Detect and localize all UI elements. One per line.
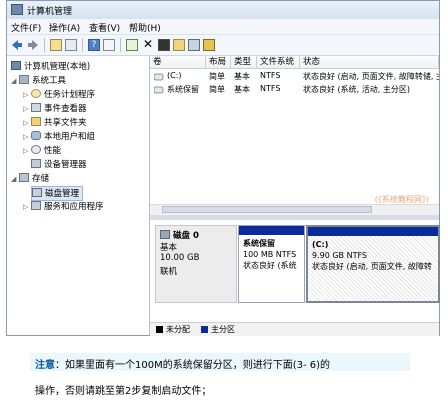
computer-management-icon — [11, 4, 23, 15]
disk-info-block[interactable]: 磁盘 0 基本 10.00 GB 联机 — [155, 225, 237, 303]
clock-icon — [31, 89, 41, 98]
legend-unallocated: 未分配 — [166, 325, 190, 334]
zoom-search-icon[interactable] — [188, 39, 200, 51]
tree-system-tools[interactable]: ◢ 系统工具 — [11, 74, 66, 87]
partition-name: 系统保留 — [243, 239, 275, 248]
menu-file[interactable]: 文件(F) — [11, 21, 41, 34]
tree-local-users[interactable]: ▷ 本地用户和组 — [23, 130, 95, 143]
disk-size: 10.00 GB — [160, 253, 200, 263]
tree-performance[interactable]: ▷ 性能 — [23, 144, 61, 157]
tree-task-scheduler[interactable]: ▷ 任务计划程序 — [23, 88, 95, 101]
primary-swatch — [201, 326, 208, 333]
note-line-2: 操作，否则请跳至第2步复制启动文件； — [35, 386, 212, 397]
partition-c-drive[interactable]: (C:) 9.90 GB NTFS 状态良好 (启动, 页面文件, 故障转 — [306, 225, 440, 303]
tree-disk-management[interactable]: 磁盘管理 — [31, 186, 84, 201]
partition-size: 100 MB NTFS — [243, 250, 297, 259]
expand-arrow-icon[interactable]: ▷ — [23, 119, 31, 127]
partition-size: 9.90 GB NTFS — [312, 251, 367, 260]
partition-name: (C:) — [312, 240, 329, 249]
tree-device-manager[interactable]: 设备管理器 — [31, 158, 87, 171]
collapse-arrow-icon[interactable]: ◢ — [11, 175, 19, 183]
expand-arrow-icon[interactable]: ▷ — [23, 147, 31, 155]
disk-map: 磁盘 0 基本 10.00 GB 联机 系统保留 100 MB NTFS 状态良… — [150, 220, 440, 322]
tree-event-viewer[interactable]: ▷ 事件查看器 — [23, 102, 87, 115]
volume-drive-icon — [154, 73, 164, 81]
performance-gauge-icon — [31, 145, 41, 154]
show-hide-tree-icon[interactable] — [65, 39, 77, 51]
note-text-1: ：如果里面有一个100M的系统保留分区，则进行下面(3- 6)的 — [55, 360, 331, 371]
legend-bar: 未分配 主分区 — [150, 322, 439, 336]
tree-services-apps[interactable]: ▷ 服务和应用程序 — [23, 200, 104, 213]
column-header-type[interactable]: 类型 — [231, 56, 257, 69]
event-log-icon — [31, 103, 41, 112]
disk-status: 联机 — [160, 267, 178, 277]
menu-bar: 文件(F) 操作(A) 查看(V) 帮助(H) — [7, 19, 439, 35]
shared-folder-icon — [31, 117, 41, 126]
open-folder-icon[interactable] — [173, 39, 185, 51]
tree-shared-folders[interactable]: ▷ 共享文件夹 — [23, 116, 87, 129]
menu-view[interactable]: 查看(V) — [89, 21, 120, 34]
disk-name: 磁盘 0 — [160, 229, 236, 241]
toolbar: ? ✕ — [7, 35, 439, 56]
computer-icon — [11, 61, 21, 70]
partition-status: 状态良好 (系统 — [243, 261, 297, 270]
expand-arrow-icon[interactable]: ▷ — [23, 105, 31, 113]
storage-icon — [19, 173, 29, 182]
disk-type: 基本 — [160, 243, 178, 253]
content-pane: 卷 布局 类型 文件系统 状态 (C:) 简单 基本 NTFS 状态良好 (启动… — [150, 56, 440, 336]
volume-drive-icon — [154, 86, 164, 94]
forward-arrow-icon[interactable] — [27, 39, 39, 51]
expand-arrow-icon[interactable]: ▷ — [23, 203, 31, 211]
column-header-status[interactable]: 状态 — [300, 56, 439, 69]
window-title: 计算机管理 — [27, 7, 73, 17]
back-arrow-icon[interactable] — [11, 39, 23, 51]
properties-icon[interactable] — [158, 39, 170, 51]
tree-storage[interactable]: ◢ 存储 — [11, 172, 49, 185]
column-header-volume[interactable]: 卷 — [150, 56, 206, 69]
disk-icon — [32, 188, 42, 197]
tree-root[interactable]: 计算机管理(本地) — [11, 60, 90, 73]
note-line-1: 注意：如果里面有一个100M的系统保留分区，则进行下面(3- 6)的 — [35, 356, 330, 371]
up-folder-icon[interactable] — [50, 39, 62, 51]
partition-status: 状态良好 (启动, 页面文件, 故障转 — [312, 262, 432, 271]
menu-help[interactable]: 帮助(H) — [129, 21, 161, 34]
help-icon[interactable]: ? — [88, 39, 100, 51]
disk-drive-icon — [160, 230, 170, 239]
services-icon — [31, 201, 41, 210]
unallocated-swatch — [156, 326, 163, 333]
expand-arrow-icon[interactable]: ▷ — [23, 133, 31, 141]
column-header-filesystem[interactable]: 文件系统 — [257, 56, 300, 69]
partition-system-reserved[interactable]: 系统保留 100 MB NTFS 状态良好 (系统 — [238, 225, 305, 303]
collapse-arrow-icon[interactable]: ◢ — [11, 77, 19, 85]
tools-icon — [19, 75, 29, 84]
navigation-tree: 计算机管理(本地) ◢ 系统工具 ▷ 任务计划程序 ▷ 事件查看器 ▷ 共享文件夹 ▷ 本… — [7, 56, 150, 335]
legend-primary: 主分区 — [211, 325, 235, 334]
title-bar: 计算机管理 — [7, 1, 439, 20]
note-label: 注意 — [35, 360, 55, 371]
column-header-layout[interactable]: 布局 — [206, 56, 231, 69]
users-icon — [31, 131, 41, 140]
action-pane-icon[interactable] — [103, 39, 115, 51]
expand-arrow-icon[interactable]: ▷ — [23, 91, 31, 99]
menu-action[interactable]: 操作(A) — [49, 21, 80, 34]
scrollbar-thumb[interactable] — [162, 206, 372, 213]
volume-list: 卷 布局 类型 文件系统 状态 (C:) 简单 基本 NTFS 状态良好 (启动… — [150, 56, 439, 215]
settings-icon[interactable] — [203, 39, 215, 51]
device-manager-icon — [31, 159, 41, 168]
horizontal-scrollbar[interactable] — [150, 204, 439, 215]
computer-management-window: 计算机管理 文件(F) 操作(A) 查看(V) 帮助(H) ? ✕ 计算机管理(… — [6, 0, 440, 336]
delete-x-icon[interactable]: ✕ — [142, 38, 154, 51]
refresh-icon[interactable] — [126, 39, 138, 51]
